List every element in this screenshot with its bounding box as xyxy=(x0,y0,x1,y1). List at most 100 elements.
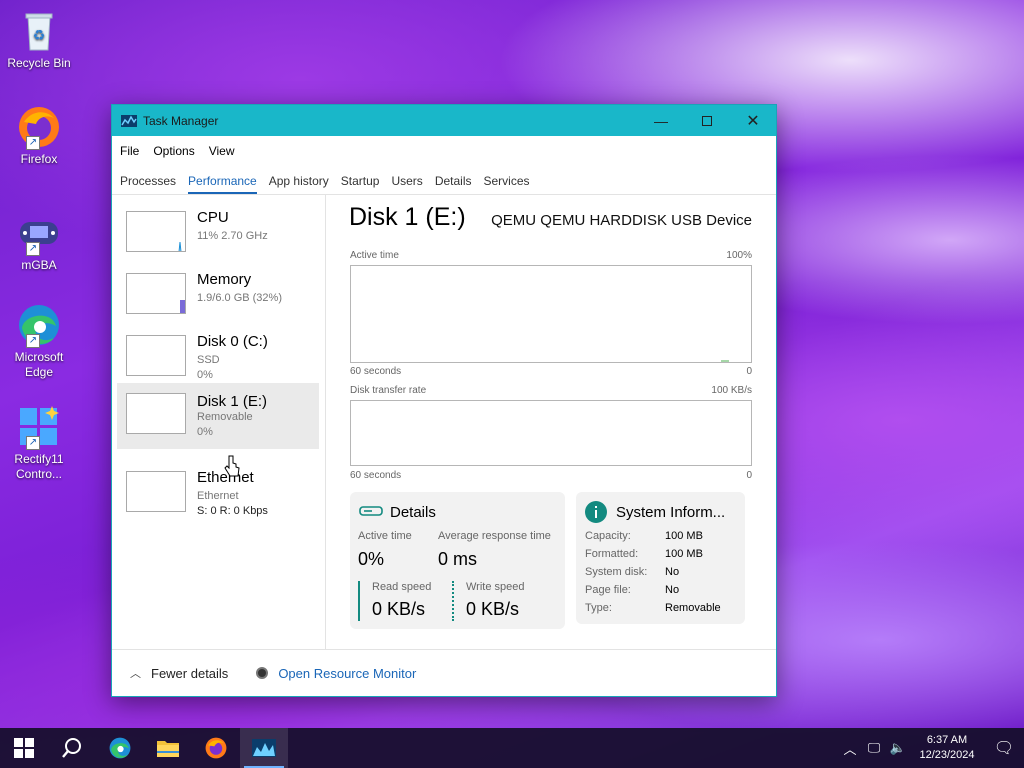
task-manager-app-icon xyxy=(121,114,137,127)
search-icon xyxy=(62,738,81,758)
read-speed-label: Read speed xyxy=(372,581,432,593)
system-info-card: System Inform... Capacity: 100 MB Format… xyxy=(576,492,745,624)
taskbar: ︿ 🖵 🔈 6:37 AM 12/23/2024 🗨 xyxy=(0,728,1024,768)
transfer-rate-label: Disk transfer rate xyxy=(350,385,427,396)
system-tray: ︿ 🖵 🔈 6:37 AM 12/23/2024 🗨 xyxy=(838,728,1024,768)
disk-model: QEMU QEMU HARDDISK USB Device xyxy=(491,212,752,229)
transfer-rate-min: 0 xyxy=(746,470,752,481)
maximize-icon xyxy=(702,115,712,126)
start-button[interactable] xyxy=(0,728,48,768)
desktop-icon-edge[interactable]: ↗ Microsoft Edge xyxy=(4,302,74,380)
tab-app-history[interactable]: App history xyxy=(269,174,329,194)
resource-name: CPU xyxy=(197,209,229,226)
type-value: Removable xyxy=(665,602,721,614)
menu-bar: File Options View xyxy=(112,136,776,166)
desktop-icon-label: Firefox xyxy=(20,152,58,166)
resource-detail: 11% 2.70 GHz xyxy=(197,230,268,242)
resource-item-disk-1[interactable]: Disk 1 (E:) Removable 0% xyxy=(117,383,319,449)
resource-monitor-icon xyxy=(256,667,269,679)
read-speed-bar xyxy=(358,581,360,621)
taskbar-firefox-button[interactable] xyxy=(192,728,240,768)
tab-users[interactable]: Users xyxy=(391,174,422,194)
mgba-icon: ↗ xyxy=(16,210,62,256)
shortcut-arrow-icon: ↗ xyxy=(26,436,40,450)
firefox-icon: ↗ xyxy=(16,104,62,150)
active-time-duration: 60 seconds xyxy=(350,366,402,377)
edge-icon xyxy=(109,737,131,759)
rectify11-control-center-icon: ↗ xyxy=(16,404,62,450)
maximize-button[interactable] xyxy=(684,105,730,136)
read-speed-value: 0 KB/s xyxy=(372,599,426,619)
firefox-icon xyxy=(205,737,227,759)
show-hidden-icons-button[interactable]: ︿ xyxy=(838,739,862,758)
tab-startup[interactable]: Startup xyxy=(341,174,380,194)
write-speed-bar xyxy=(452,581,454,621)
minimize-icon: — xyxy=(654,112,668,129)
system-info-title: System Inform... xyxy=(616,504,726,521)
resource-item-cpu[interactable]: CPU 11% 2.70 GHz xyxy=(117,197,319,261)
active-time-stat-value: 0% xyxy=(358,549,385,569)
clock-date: 12/23/2024 xyxy=(919,749,975,761)
details-title: Details xyxy=(390,504,436,521)
network-icon[interactable]: 🖵 xyxy=(862,740,886,756)
resource-list: CPU 11% 2.70 GHz Memory 1.9/6.0 GB (32%)… xyxy=(112,195,326,649)
tab-performance[interactable]: Performance xyxy=(188,174,257,194)
menu-file[interactable]: File xyxy=(120,144,139,158)
tab-processes[interactable]: Processes xyxy=(120,174,176,194)
close-button[interactable]: ✕ xyxy=(730,105,776,136)
disk-0-thumbnail-graph xyxy=(126,335,186,376)
tab-details[interactable]: Details xyxy=(435,174,472,194)
title-bar[interactable]: Task Manager — ✕ xyxy=(112,105,776,136)
taskbar-task-manager-button[interactable] xyxy=(240,728,288,768)
resource-name: Memory xyxy=(197,271,252,288)
desktop-icon-recycle-bin[interactable]: ♻ Recycle Bin xyxy=(4,8,74,71)
fewer-details-button[interactable]: ︿ Fewer details xyxy=(130,665,228,681)
desktop-icon-label: Rectify11 Contro... xyxy=(14,452,64,481)
formatted-value: 100 MB xyxy=(665,548,703,560)
taskbar-edge-button[interactable] xyxy=(96,728,144,768)
search-button[interactable] xyxy=(48,728,96,768)
disk-icon xyxy=(359,506,383,516)
taskbar-file-explorer-button[interactable] xyxy=(144,728,192,768)
clock[interactable]: 6:37 AM 12/23/2024 xyxy=(910,733,984,763)
resource-item-disk-0[interactable]: Disk 0 (C:) SSD 0% xyxy=(117,321,319,385)
footer-bar: ︿ Fewer details Open Resource Monitor xyxy=(112,649,776,696)
system-disk-label: System disk: xyxy=(585,566,648,578)
response-time-label: Average response time xyxy=(438,530,551,542)
svg-text:♻: ♻ xyxy=(33,27,46,43)
type-label: Type: xyxy=(585,602,612,614)
resource-type: Removable xyxy=(197,411,253,423)
resource-throughput: S: 0 R: 0 Kbps xyxy=(197,505,268,517)
resource-usage: 0% xyxy=(197,426,213,438)
menu-options[interactable]: Options xyxy=(153,144,194,158)
clock-time: 6:37 AM xyxy=(926,734,968,746)
page-file-value: No xyxy=(665,584,680,596)
memory-thumbnail-graph xyxy=(126,273,186,314)
minimize-button[interactable]: — xyxy=(638,105,684,136)
desktop-icon-label: mGBA xyxy=(21,258,57,272)
desktop-icon-mgba[interactable]: ↗ mGBA xyxy=(4,210,74,273)
resource-type: Ethernet xyxy=(197,490,239,502)
shortcut-arrow-icon: ↗ xyxy=(26,334,40,348)
tab-services[interactable]: Services xyxy=(484,174,530,194)
write-speed-value: 0 KB/s xyxy=(466,599,520,619)
menu-view[interactable]: View xyxy=(209,144,235,158)
desktop-icon-rectify11[interactable]: ↗ Rectify11 Contro... xyxy=(4,404,74,482)
resource-item-ethernet[interactable]: Ethernet Ethernet S: 0 R: 0 Kbps xyxy=(117,457,319,521)
disk-1-thumbnail-graph xyxy=(126,393,186,434)
resource-name: Disk 1 (E:) xyxy=(197,393,268,410)
mouse-cursor-icon xyxy=(224,455,240,477)
open-resource-monitor-link[interactable]: Open Resource Monitor xyxy=(256,666,416,681)
fewer-details-label: Fewer details xyxy=(151,665,229,681)
chevron-up-icon: ︿ xyxy=(130,668,141,680)
active-time-graph xyxy=(350,265,752,363)
volume-icon[interactable]: 🔈 xyxy=(886,740,910,756)
formatted-label: Formatted: xyxy=(585,548,639,560)
active-time-max: 100% xyxy=(726,250,752,261)
disk-title: Disk 1 (E:) xyxy=(349,203,466,231)
notification-center-icon[interactable]: 🗨 xyxy=(984,738,1024,758)
resource-item-memory[interactable]: Memory 1.9/6.0 GB (32%) xyxy=(117,259,319,323)
open-resource-monitor-label: Open Resource Monitor xyxy=(278,665,417,681)
tab-bar: Processes Performance App history Startu… xyxy=(112,166,776,194)
desktop-icon-firefox[interactable]: ↗ Firefox xyxy=(4,104,74,167)
